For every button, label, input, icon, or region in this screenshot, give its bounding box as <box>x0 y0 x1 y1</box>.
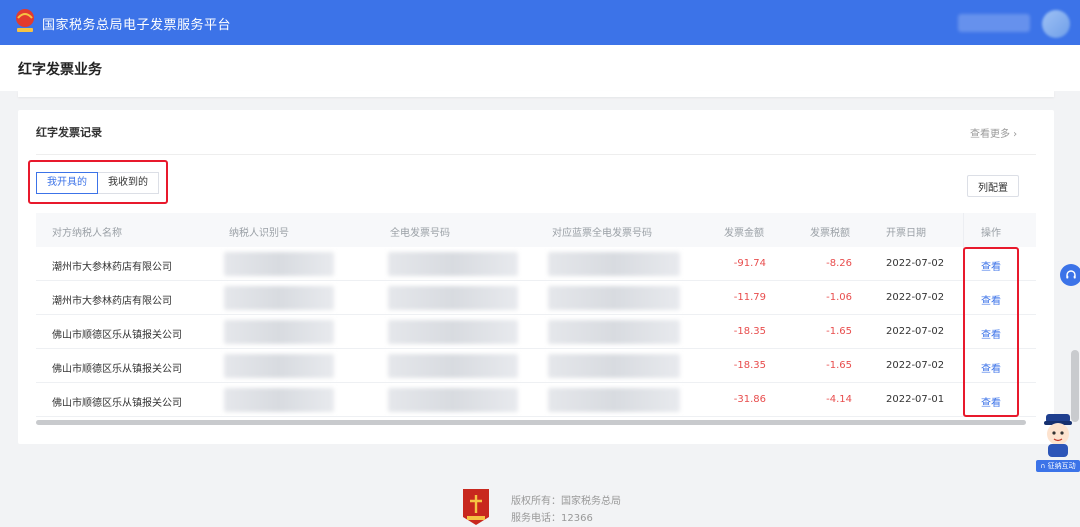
invoice-date: 2022-07-02 <box>886 360 945 371</box>
redacted-taxpayer-id <box>224 252 334 276</box>
redacted-taxpayer-id <box>224 286 334 310</box>
invoice-tax: -4.14 <box>826 394 852 405</box>
invoice-tax: -1.65 <box>826 326 852 337</box>
invoice-tax: -1.65 <box>826 360 852 371</box>
redacted-invoice-number <box>388 354 518 378</box>
user-name[interactable] <box>958 14 1030 32</box>
column-header: 操作 <box>981 228 1001 239</box>
redacted-blue-invoice-number <box>548 252 680 276</box>
invoice-tax: -1.06 <box>826 292 852 303</box>
user-avatar[interactable] <box>1042 10 1070 38</box>
column-header: 发票税额 <box>810 228 850 239</box>
column-header: 纳税人识别号 <box>229 228 289 239</box>
headset-icon[interactable] <box>1060 264 1080 286</box>
invoice-date: 2022-07-01 <box>886 394 945 405</box>
column-header: 全电发票号码 <box>390 228 450 239</box>
invoice-amount: -18.35 <box>733 326 766 337</box>
service-phone: 服务电话：12366 <box>511 513 593 524</box>
redacted-taxpayer-id <box>224 354 334 378</box>
invoice-date: 2022-07-02 <box>886 326 945 337</box>
redacted-invoice-number <box>388 388 518 412</box>
column-header: 发票金额 <box>724 228 764 239</box>
site-title: 国家税务总局电子发票服务平台 <box>42 18 232 33</box>
table-row: 潮州市大参林药店有限公司 -11.79 -1.06 2022-07-02 查看 <box>36 281 1036 315</box>
page-title-bar <box>0 45 1080 91</box>
redacted-blue-invoice-number <box>548 388 680 412</box>
redacted-blue-invoice-number <box>548 320 680 344</box>
table-row: 佛山市顺德区乐从镇报关公司 -18.35 -1.65 2022-07-02 查看 <box>36 315 1036 349</box>
column-header: 对方纳税人名称 <box>52 228 122 239</box>
taxpayer-name: 佛山市顺德区乐从镇报关公司 <box>52 330 182 341</box>
highlight-box-actions <box>963 247 1019 417</box>
invoice-amount: -31.86 <box>733 394 766 405</box>
redacted-invoice-number <box>388 286 518 310</box>
table-horizontal-scrollbar[interactable] <box>36 420 1026 425</box>
table-row: 佛山市顺德区乐从镇报关公司 -31.86 -4.14 2022-07-01 查看 <box>36 383 1036 417</box>
invoice-tax: -8.26 <box>826 258 852 269</box>
invoice-amount: -18.35 <box>733 360 766 371</box>
table-row: 佛山市顺德区乐从镇报关公司 -18.35 -1.65 2022-07-02 查看 <box>36 349 1036 383</box>
column-header: 开票日期 <box>886 228 926 239</box>
copyright-text: 版权所有：国家税务总局 <box>511 496 621 507</box>
divider <box>36 154 1036 155</box>
redacted-blue-invoice-number <box>548 354 680 378</box>
interaction-label[interactable]: ∩ 征纳互动 <box>1036 460 1080 472</box>
taxpayer-name: 佛山市顺德区乐从镇报关公司 <box>52 398 182 409</box>
redacted-taxpayer-id <box>224 388 334 412</box>
taxpayer-name: 佛山市顺德区乐从镇报关公司 <box>52 364 182 375</box>
invoice-amount: -11.79 <box>733 292 766 303</box>
column-header: 对应蓝票全电发票号码 <box>552 228 652 239</box>
table-row: 潮州市大参林药店有限公司 -91.74 -8.26 2022-07-02 查看 <box>36 247 1036 281</box>
highlight-box-tabs <box>28 160 168 204</box>
page-title: 红字发票业务 <box>18 62 102 78</box>
table-header: 对方纳税人名称 纳税人识别号 全电发票号码 对应蓝票全电发票号码 发票金额 发票… <box>36 213 1036 247</box>
tax-emblem-icon <box>16 9 34 32</box>
invoice-date: 2022-07-02 <box>886 292 945 303</box>
invoice-date: 2022-07-02 <box>886 258 945 269</box>
taxpayer-name: 潮州市大参林药店有限公司 <box>52 296 172 307</box>
mascot-icon[interactable] <box>1040 412 1076 458</box>
invoice-amount: -91.74 <box>733 258 766 269</box>
collapsed-panel <box>18 91 1054 97</box>
records-title: 红字发票记录 <box>36 126 102 139</box>
view-more-link[interactable]: 查看更多 › <box>970 125 1017 140</box>
tax-logo-icon <box>463 489 489 525</box>
column-config-button[interactable]: 列配置 <box>967 175 1019 197</box>
redacted-invoice-number <box>388 320 518 344</box>
redacted-blue-invoice-number <box>548 286 680 310</box>
redacted-invoice-number <box>388 252 518 276</box>
redacted-taxpayer-id <box>224 320 334 344</box>
taxpayer-name: 潮州市大参林药店有限公司 <box>52 262 172 273</box>
